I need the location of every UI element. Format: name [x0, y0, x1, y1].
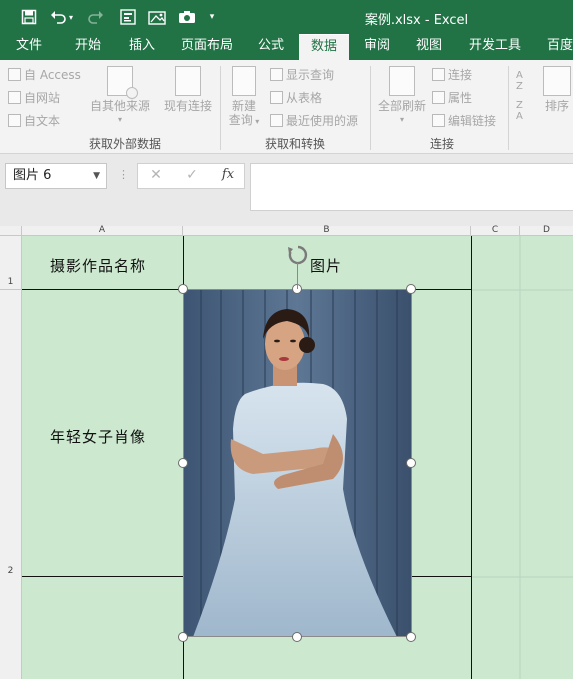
new-query-icon — [232, 66, 256, 96]
existing-connections-icon — [175, 66, 201, 96]
tab-home[interactable]: 开始 — [66, 34, 110, 60]
edit-links-icon — [432, 114, 445, 127]
insert-function-icon[interactable]: fx — [216, 167, 240, 185]
group-separator — [220, 66, 221, 150]
group-label-external-data: 获取外部数据 — [88, 137, 161, 151]
refresh-all-button[interactable]: 全部刷新 ▾ — [374, 66, 430, 127]
formula-bar-area: 图片 6 ▼ ⋮ ✕ ✓ fx — [0, 154, 573, 226]
tab-insert[interactable]: 插入 — [120, 34, 164, 60]
text-file-icon — [8, 114, 21, 127]
column-header-a[interactable]: A — [22, 226, 183, 236]
cell-b1[interactable]: 图片 — [310, 255, 342, 276]
tab-view[interactable]: 视图 — [408, 34, 450, 60]
refresh-dropdown-icon: ▾ — [399, 115, 404, 124]
sort-az-icon[interactable]: AZ — [516, 70, 523, 92]
tab-formulas[interactable]: 公式 — [250, 34, 292, 60]
refresh-icon — [389, 66, 415, 96]
rotate-handle-icon[interactable] — [286, 243, 310, 289]
tab-page-layout[interactable]: 页面布局 — [176, 34, 238, 60]
table-icon — [270, 91, 283, 104]
select-all-corner[interactable] — [0, 226, 22, 236]
sort-icon — [543, 66, 571, 96]
cell-a2[interactable]: 年轻女子肖像 — [50, 426, 146, 447]
recent-sources-icon — [270, 114, 283, 127]
resize-handle-bottom-left[interactable] — [178, 632, 188, 642]
other-sources-icon — [107, 66, 138, 99]
enter-icon[interactable]: ✓ — [180, 167, 204, 185]
recent-sources-button[interactable]: 最近使用的源 — [270, 112, 358, 129]
tab-baidu[interactable]: 百度 — [540, 34, 573, 60]
other-sources-dropdown-icon: ▾ — [117, 115, 122, 124]
edit-links-button[interactable]: 编辑链接 — [432, 112, 496, 129]
resize-handle-right[interactable] — [406, 458, 416, 468]
show-queries-button[interactable]: 显示查询 — [270, 66, 334, 83]
new-query-dropdown-icon: ▾ — [252, 117, 260, 126]
resize-handle-top-left[interactable] — [178, 284, 188, 294]
show-queries-icon — [270, 68, 283, 81]
from-text-button[interactable]: 自文本 — [8, 112, 60, 129]
sort-za-icon[interactable]: ZA — [516, 100, 523, 122]
properties-button[interactable]: 属性 — [432, 89, 472, 106]
title-bar: ▾ ▾ 案例.xlsx - Excel — [0, 0, 573, 34]
resize-handle-top-right[interactable] — [406, 284, 416, 294]
row-header-2[interactable]: 2 — [0, 290, 22, 679]
group-label-connections: 连接 — [429, 137, 454, 151]
other-sources-button[interactable]: 自其他来源 ▾ — [88, 66, 152, 127]
tab-file[interactable]: 文件 — [8, 34, 50, 60]
window-title: 案例.xlsx - Excel — [364, 13, 469, 28]
tab-review[interactable]: 审阅 — [356, 34, 398, 60]
row-header-1[interactable]: 1 — [0, 236, 22, 290]
group-label-get-transform: 获取和转换 — [264, 137, 325, 151]
connections-button[interactable]: 连接 — [432, 66, 472, 83]
access-icon — [8, 68, 21, 81]
tab-developer[interactable]: 开发工具 — [463, 34, 527, 60]
cell-a1[interactable]: 摄影作品名称 — [50, 255, 146, 276]
existing-connections-button[interactable]: 现有连接 — [160, 66, 216, 113]
column-header-b[interactable]: B — [183, 226, 471, 236]
selection-frame — [183, 289, 412, 637]
properties-icon — [432, 91, 445, 104]
from-table-button[interactable]: 从表格 — [270, 89, 322, 106]
resize-handle-bottom[interactable] — [292, 632, 302, 642]
name-box-dropdown-icon[interactable]: ▼ — [93, 164, 100, 188]
tab-data[interactable]: 数据 — [299, 34, 349, 60]
from-web-button[interactable]: 自网站 — [8, 89, 60, 106]
web-icon — [8, 91, 21, 104]
name-box[interactable]: 图片 6 ▼ — [5, 163, 107, 189]
resize-handle-left[interactable] — [178, 458, 188, 468]
ribbon-tabs: 文件 开始 插入 页面布局 公式 数据 审阅 视图 开发工具 百度 — [0, 34, 573, 60]
ribbon-data: 自 Access 自网站 自文本 自其他来源 ▾ 现有连接 获取外部数据 新建 … — [0, 60, 573, 154]
column-header-c[interactable]: C — [471, 226, 520, 236]
cancel-icon[interactable]: ✕ — [144, 167, 168, 185]
from-access-button[interactable]: 自 Access — [8, 66, 81, 83]
resize-handle-bottom-right[interactable] — [406, 632, 416, 642]
formula-input[interactable] — [250, 163, 573, 211]
new-query-button[interactable]: 新建 查询 ▾ — [224, 66, 264, 129]
column-header-d[interactable]: D — [520, 226, 573, 236]
group-separator — [508, 66, 509, 150]
sort-button[interactable]: 排序 — [540, 66, 573, 113]
formula-bar-grip-icon[interactable]: ⋮ — [118, 168, 129, 181]
connections-icon — [432, 68, 445, 81]
formula-buttons: ✕ ✓ fx — [137, 163, 245, 189]
group-separator — [370, 66, 371, 150]
